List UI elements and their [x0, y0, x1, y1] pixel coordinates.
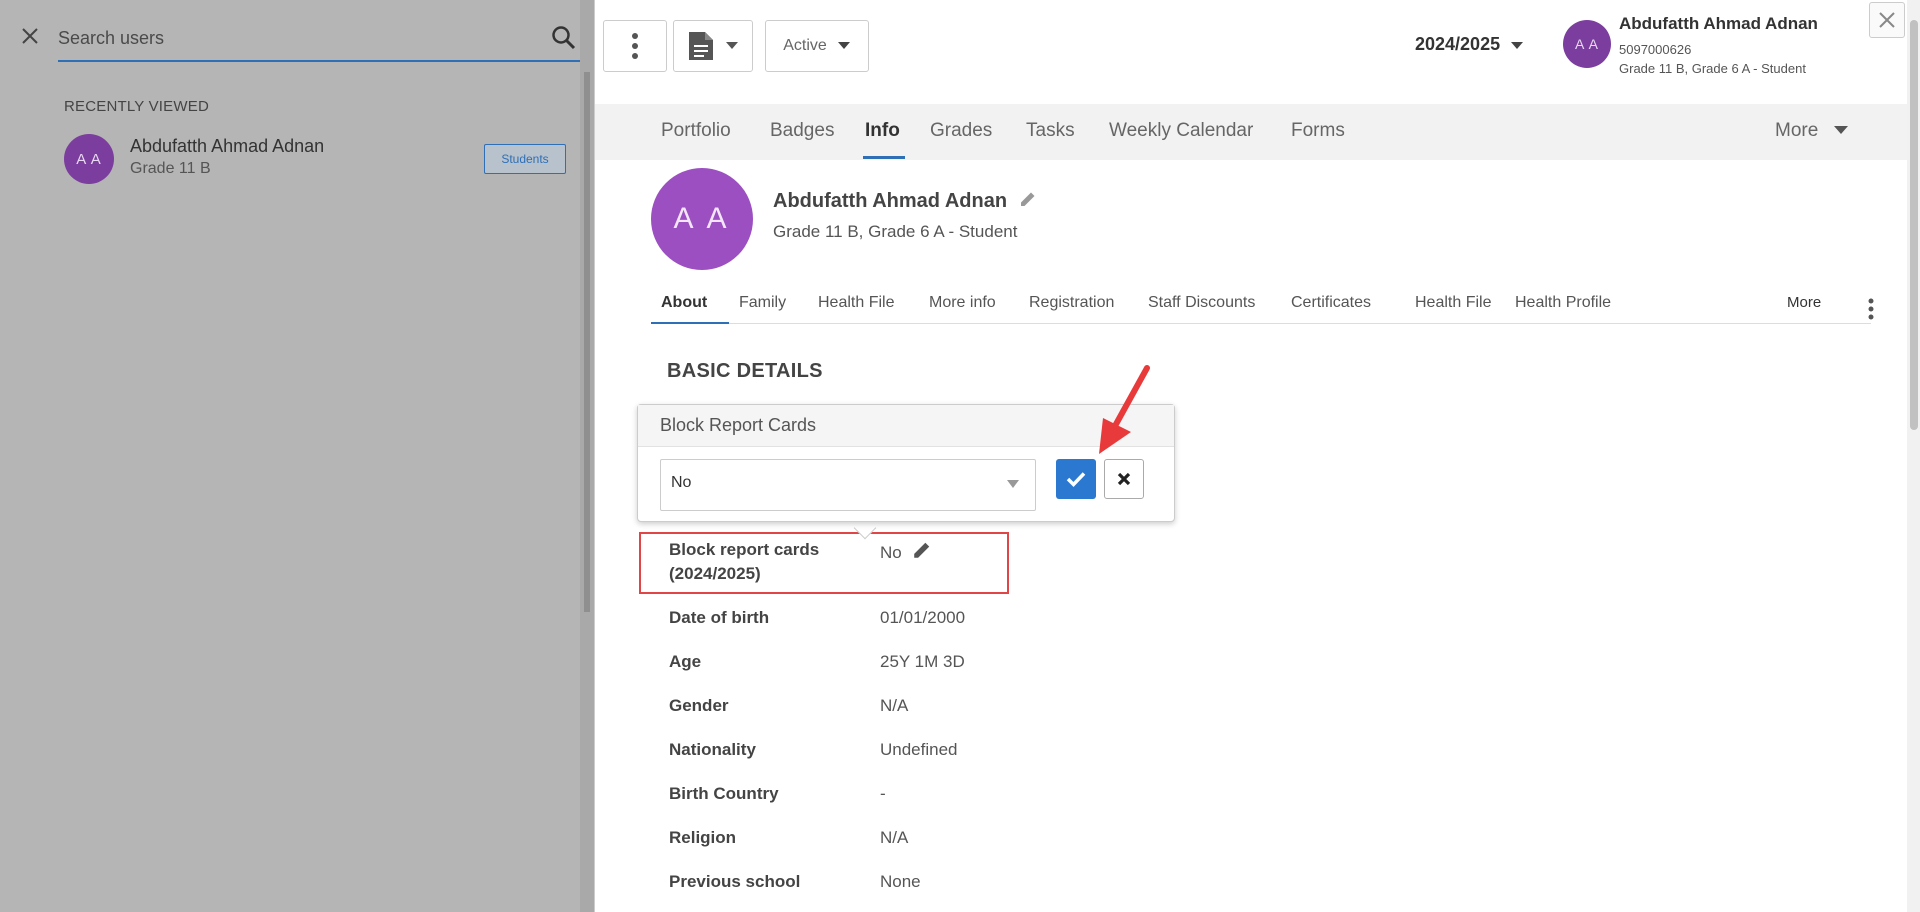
caret-down-icon [1833, 126, 1848, 135]
subtab-certificates[interactable]: Certificates [1291, 294, 1371, 312]
avatar: A A [1563, 20, 1611, 68]
tab-weekly-calendar[interactable]: Weekly Calendar [1109, 120, 1253, 142]
document-icon [689, 32, 713, 60]
subtab-about[interactable]: About [661, 294, 707, 312]
recent-user-item[interactable]: A A Abdufatth Ahmad Adnan Grade 11 B Stu… [64, 132, 566, 184]
header-user-grade: Grade 11 B, Grade 6 A - Student [1619, 61, 1806, 76]
subtab-health-profile[interactable]: Health Profile [1515, 294, 1611, 312]
field-label-birth-country: Birth Country [669, 784, 779, 803]
profile-avatar[interactable]: A A [651, 168, 753, 270]
subtab-health-file-2[interactable]: Health File [1415, 294, 1491, 312]
active-subtab-indicator [651, 322, 729, 324]
panel-scrollbar[interactable] [580, 0, 594, 912]
topbar: Active 2024/2025 A A Abdufatth Ahmad Adn… [595, 0, 1920, 104]
active-tab-indicator [863, 156, 905, 159]
caret-down-icon [837, 42, 850, 49]
pencil-icon[interactable] [1019, 190, 1037, 208]
search-icon[interactable] [550, 24, 578, 52]
search-input[interactable] [58, 18, 528, 58]
field-value-gender: N/A [880, 696, 909, 715]
header-user-id: 5097000626 [1619, 42, 1692, 57]
subtab-health-file[interactable]: Health File [818, 294, 894, 312]
caret-down-icon [1007, 480, 1019, 488]
close-icon [1117, 472, 1131, 486]
user-search-panel: RECENTLY VIEWED A A Abdufatth Ahmad Adna… [0, 0, 590, 912]
panel-scrollbar-thumb[interactable] [584, 72, 590, 612]
check-icon [1066, 472, 1086, 487]
section-title: BASIC DETAILS [667, 360, 823, 382]
status-dropdown[interactable]: Active [765, 20, 869, 72]
field-label-nationality: Nationality [669, 740, 756, 759]
field-value-previous-school: None [880, 872, 921, 891]
field-label-age: Age [669, 652, 702, 671]
tab-tasks[interactable]: Tasks [1026, 120, 1075, 142]
cancel-button[interactable] [1104, 459, 1144, 499]
vertical-dots-icon [632, 33, 638, 59]
academic-year-label: 2024/2025 [1415, 34, 1501, 54]
close-icon [1879, 12, 1895, 28]
field-value-age: 25Y 1M 3D [880, 652, 965, 671]
field-label-religion: Religion [669, 828, 737, 847]
field-value-dob: 01/01/2000 [880, 608, 966, 627]
field-value-nationality: Undefined [880, 740, 958, 759]
block-report-cards-select[interactable]: No [660, 459, 1036, 511]
tab-forms[interactable]: Forms [1291, 120, 1345, 142]
close-panel-button[interactable] [1869, 2, 1905, 38]
subtab-registration[interactable]: Registration [1029, 294, 1114, 312]
more-options-icon[interactable] [1867, 298, 1875, 320]
field-label-previous-school: Previous school [669, 872, 801, 891]
profile-name-text: Abdufatth Ahmad Adnan [773, 190, 1008, 212]
caret-down-icon [726, 42, 738, 49]
students-badge[interactable]: Students [484, 144, 566, 174]
caret-down-icon [1511, 42, 1524, 49]
confirm-button[interactable] [1056, 459, 1096, 499]
header-user-name: Abdufatth Ahmad Adnan [1619, 14, 1818, 33]
document-menu-button[interactable] [673, 20, 753, 72]
sub-tabs: About Family Health File More info Regis… [651, 290, 1871, 324]
subtab-more-info[interactable]: More info [929, 294, 996, 312]
main-scrollbar[interactable] [1907, 0, 1920, 912]
tab-grades[interactable]: Grades [930, 120, 992, 142]
avatar: A A [64, 134, 114, 184]
recently-viewed-heading: RECENTLY VIEWED [64, 98, 209, 115]
close-icon[interactable] [18, 24, 42, 48]
subtab-family[interactable]: Family [739, 294, 786, 312]
student-profile-panel: Active 2024/2025 A A Abdufatth Ahmad Adn… [594, 0, 1920, 912]
search-bar [58, 18, 580, 62]
nav-more-dropdown[interactable]: More [1775, 120, 1848, 142]
subtab-staff-discounts[interactable]: Staff Discounts [1148, 294, 1255, 312]
field-label-gender: Gender [669, 696, 729, 715]
field-value-birth-country: - [880, 784, 886, 803]
highlight-box [639, 532, 1009, 594]
tab-portfolio[interactable]: Portfolio [661, 120, 731, 142]
recent-user-name[interactable]: Abdufatth Ahmad Adnan [130, 136, 324, 157]
main-nav: Portfolio Badges Info Grades Tasks Weekl… [595, 104, 1909, 160]
profile-name: Abdufatth Ahmad Adnan [773, 190, 1037, 213]
main-scrollbar-thumb[interactable] [1910, 20, 1918, 430]
tab-info[interactable]: Info [865, 120, 900, 142]
select-value: No [671, 474, 692, 491]
status-label: Active [783, 37, 827, 54]
annotation-arrow-icon [1099, 365, 1150, 454]
subtab-more[interactable]: More [1787, 294, 1821, 311]
recent-user-grade: Grade 11 B [130, 160, 211, 177]
field-label-dob: Date of birth [669, 608, 770, 627]
tab-badges[interactable]: Badges [770, 120, 834, 142]
options-button[interactable] [603, 20, 667, 72]
nav-more-label: More [1775, 120, 1819, 141]
profile-grade: Grade 11 B, Grade 6 A - Student [773, 222, 1018, 241]
field-value-religion: N/A [880, 828, 909, 847]
academic-year-selector[interactable]: 2024/2025 [1415, 34, 1524, 55]
